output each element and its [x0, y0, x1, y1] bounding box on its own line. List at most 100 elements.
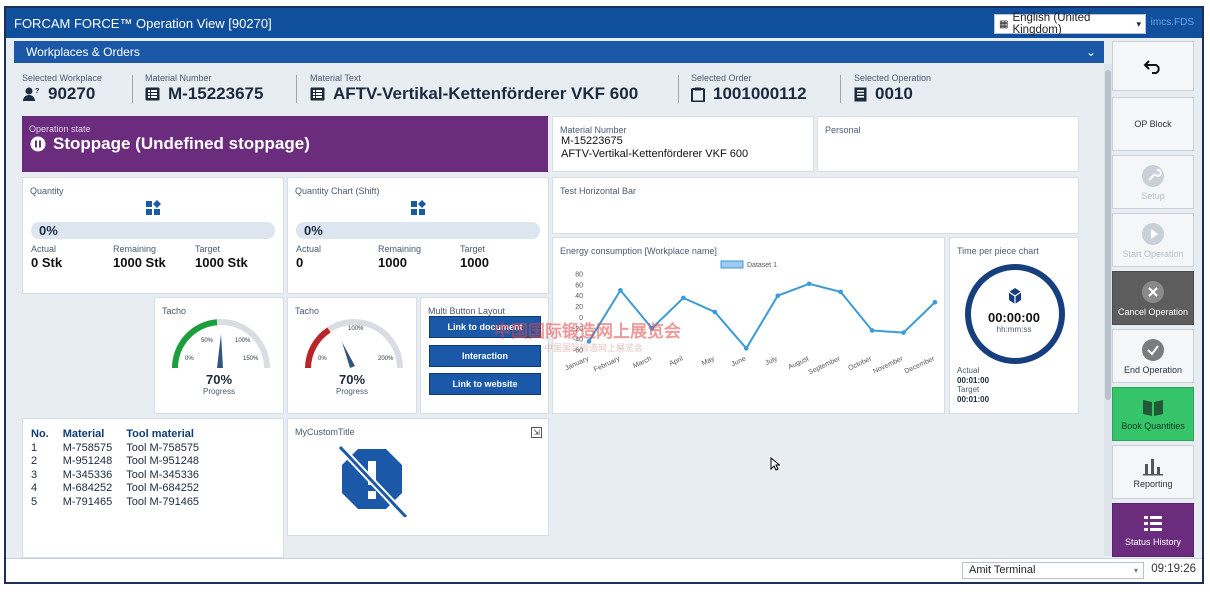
language-select[interactable]: ▦ English (United Kingdom) ▾	[994, 12, 1146, 36]
quantity-chart-actual: Actual 0	[296, 244, 322, 270]
data-point[interactable]	[932, 299, 938, 305]
undo-icon	[1143, 60, 1160, 74]
tacho-gauge-1: 0% 50% 100% 150%	[172, 319, 270, 369]
data-point[interactable]	[869, 328, 875, 333]
table-row[interactable]: 1 M-758575 Tool M-758575	[31, 441, 213, 455]
divider	[132, 75, 133, 103]
play-icon	[1142, 222, 1164, 245]
cancel-operation-button[interactable]: Cancel Operation	[1112, 271, 1194, 325]
start-operation-button[interactable]: Start Operation	[1112, 213, 1194, 267]
time-unit: hh:mm:ss	[996, 325, 1032, 334]
operation-state-card: Operation state Stoppage (Undefined stop…	[22, 116, 548, 172]
x-tick-label: June	[730, 355, 747, 368]
x-tick-label: April	[669, 355, 685, 367]
table-row[interactable]: 3 M-345336 Tool M-345336	[31, 468, 213, 482]
quantity-chart-title: Quantity Chart (Shift)	[295, 186, 380, 196]
quantity-icon	[411, 200, 426, 215]
x-tick-label: February	[593, 355, 622, 373]
tacho-tick: 150%	[243, 356, 259, 362]
selected-order-value: 1001000112	[713, 84, 807, 103]
title-bar: FORCAM FORCE™ Operation View [90270] ▦ E…	[6, 8, 1202, 38]
selected-order-label: Selected Order	[691, 73, 752, 83]
data-point[interactable]	[618, 287, 623, 293]
tacho-tick: 0%	[185, 356, 194, 362]
selected-operation[interactable]: Selected Operation 0010	[854, 73, 931, 104]
brand-logo: imcs.FDS	[1150, 17, 1194, 28]
material-card-label: Material Number	[560, 125, 627, 135]
link-to-website-button[interactable]: Link to website	[429, 373, 541, 395]
section-title: Workplaces & Orders	[26, 45, 140, 59]
status-history-button[interactable]: Status History	[1112, 503, 1194, 557]
tacho-card-1: Tacho 0% 50% 100% 150% 70% Progress	[154, 297, 284, 414]
document-icon	[854, 87, 867, 101]
chevron-down-icon: ▾	[1136, 18, 1141, 29]
time-target-label: Target	[957, 385, 980, 394]
table-row[interactable]: 4 M-684252 Tool M-684252	[31, 482, 213, 496]
material-text-value: AFTV-Vertikal-Kettenförderer VKF 600	[333, 84, 639, 103]
op-block-button[interactable]: OP Block	[1112, 97, 1194, 151]
selected-order[interactable]: Selected Order 1001000112	[691, 73, 807, 104]
pause-icon	[30, 136, 46, 152]
y-tick-label: 40	[575, 293, 583, 300]
selected-workplace-value: 90270	[48, 84, 96, 103]
x-tick-label: May	[701, 355, 716, 367]
column-header: No.	[31, 428, 49, 440]
test-horizontal-bar-title: Test Horizontal Bar	[560, 186, 637, 196]
watermark: 中国国际锻造网上展览会	[494, 322, 681, 341]
table-row[interactable]: 5 M-791465 Tool M-791465	[31, 495, 213, 509]
selected-material-text[interactable]: Material Text AFTV-Vertikal-Kettenförder…	[310, 73, 638, 104]
data-point[interactable]	[775, 293, 781, 299]
table-header-row: No. Material Tool material	[31, 427, 213, 441]
selected-material-number[interactable]: Material Number M-15223675	[145, 73, 263, 104]
reporting-button[interactable]: Reporting	[1112, 445, 1194, 499]
legend-swatch[interactable]	[720, 260, 744, 269]
data-point[interactable]	[681, 295, 686, 301]
x-tick-label: July	[764, 355, 779, 367]
vertical-scrollbar[interactable]	[1104, 64, 1112, 556]
legend-label: Dataset 1	[747, 262, 777, 269]
multi-button-title: Multi Button Layout	[428, 306, 506, 316]
mouse-cursor-icon	[770, 457, 780, 471]
data-point[interactable]	[743, 346, 749, 351]
data-point[interactable]	[712, 309, 718, 315]
language-label: English (United Kingdom)	[1012, 12, 1091, 36]
setup-button[interactable]: Setup	[1112, 155, 1194, 209]
chevron-down-icon: ⌄	[1085, 45, 1096, 59]
table-row[interactable]: 2 M-951248 Tool M-951248	[31, 455, 213, 469]
tacho-tick: 100%	[235, 338, 251, 344]
clipboard-icon	[691, 87, 705, 102]
tacho-value: 70%	[338, 372, 366, 387]
tacho-card-2: Tacho 0% 100% 200% 70% Progress	[287, 297, 417, 414]
list-icon	[145, 87, 160, 101]
personal-card: Personal	[817, 116, 1079, 172]
book-quantities-button[interactable]: Book Quantities	[1112, 387, 1194, 441]
quantity-chart-remaining: Remaining 1000	[378, 244, 422, 270]
operation-state-label: Operation state	[29, 124, 91, 134]
data-point[interactable]	[838, 289, 843, 295]
operation-state-value: Stoppage (Undefined stoppage)	[53, 134, 310, 153]
watermark-sub: 中国国际锻造网上展览会	[544, 343, 644, 353]
selection-row: Selected Workplace ? 90270 Material Numb…	[14, 63, 1094, 113]
end-operation-button[interactable]: End Operation	[1112, 329, 1194, 383]
material-card: Material Number M-15223675 AFTV-Vertikal…	[552, 116, 814, 172]
action-panel: OP Block Setup Start Operation Cancel Op…	[1112, 41, 1200, 557]
x-tick-label: August	[787, 355, 810, 371]
quantity-chart-card: Quantity Chart (Shift) 0% Actual 0 Remain…	[287, 177, 549, 294]
interaction-button[interactable]: Interaction	[429, 345, 541, 367]
expand-icon[interactable]: ⇲	[531, 427, 542, 438]
workplaces-orders-bar[interactable]: Workplaces & Orders ⌄	[14, 41, 1104, 63]
tacho-tick: 50%	[201, 338, 214, 344]
quantity-icon	[146, 200, 161, 215]
scrollbar-thumb[interactable]	[1105, 70, 1111, 400]
data-point[interactable]	[806, 281, 812, 287]
tacho-arc	[172, 319, 218, 369]
tacho-value: 70%	[205, 372, 233, 387]
data-point[interactable]	[901, 330, 906, 335]
selected-workplace[interactable]: Selected Workplace ? 90270	[22, 73, 102, 104]
terminal-select[interactable]: Amit Terminal ▾	[962, 562, 1144, 579]
time-actual-value: 00:01:00	[957, 375, 990, 385]
back-button[interactable]	[1112, 41, 1194, 91]
quantity-remaining: Remaining 1000 Stk	[113, 244, 166, 270]
test-horizontal-bar-card: Test Horizontal Bar	[552, 177, 1079, 234]
y-tick-label: 60	[575, 282, 583, 289]
